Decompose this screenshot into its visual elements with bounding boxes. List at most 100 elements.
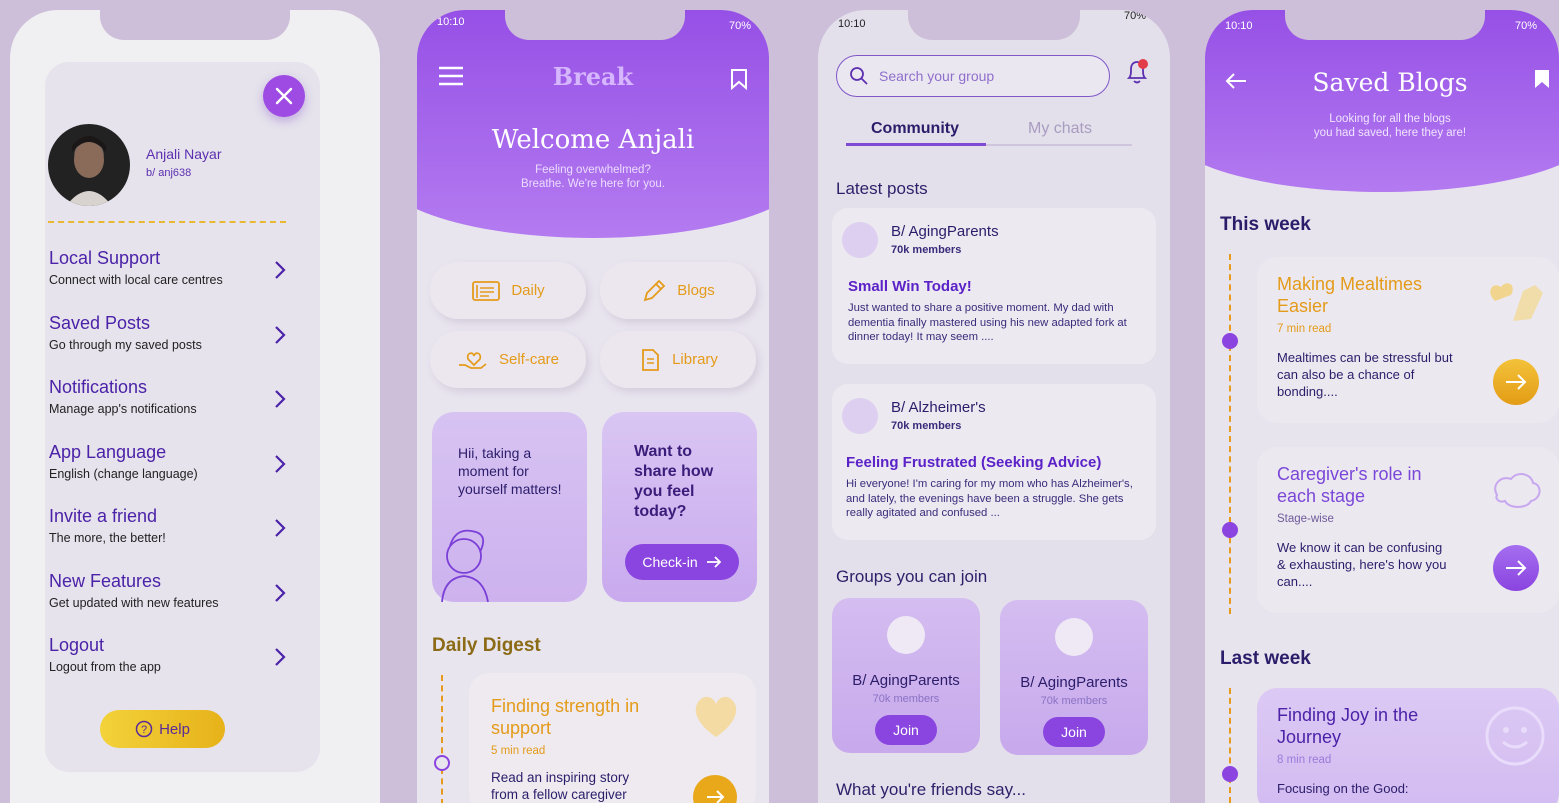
blog-card[interactable]: Making Mealtimes Easier 7 min read Mealt… [1257,257,1559,423]
tab-indicator [846,143,986,146]
search-icon [850,67,868,85]
digest-read-time: 5 min read [491,745,546,757]
smiley-illustration-icon [1485,706,1545,766]
chevron-right-icon [275,390,286,408]
menu-item-local-support[interactable]: Local Support Connect with local care ce… [49,248,299,298]
tab-track [986,144,1132,146]
blog-body: Focusing on the Good: [1277,781,1409,796]
post-title: Small Win Today! [848,278,972,295]
menu-item-title: Invite a friend [49,506,158,526]
menu-item-new-features[interactable]: New Features Get updated with new featur… [49,571,299,621]
post-title: Feeling Frustrated (Seeking Advice) [846,454,1102,471]
tile-label: Self-care [498,351,560,368]
group-members: 70k members [872,693,940,705]
group-card: B/ AgingParents 70k members Join [1000,600,1148,755]
tile-daily[interactable]: Daily [430,262,586,319]
group-avatar [1055,618,1093,656]
join-button[interactable]: Join [1043,717,1105,747]
person-illustration-icon [441,529,489,602]
group-members: 70k members [891,420,962,432]
timeline-dot [434,755,450,771]
arrow-right-icon [1506,374,1527,390]
tile-self-care[interactable]: Self-care [430,331,586,388]
menu-item-subtitle: Connect with local care centres [49,273,223,287]
group-name[interactable]: B/ Alzheimer's [891,399,986,416]
tile-label: Daily [511,282,545,299]
menu-item-title: App Language [49,442,167,462]
blog-read-time: Stage-wise [1277,513,1334,525]
checkin-label: Check-in [642,554,698,570]
menu-item-title: New Features [49,571,162,591]
user-photo-icon [66,136,112,206]
tile-blogs[interactable]: Blogs [600,262,756,319]
blog-open-button[interactable] [1493,545,1539,591]
blog-card[interactable]: Caregiver's role in each stage Stage-wis… [1257,447,1559,613]
tile-label: Blogs [677,282,715,299]
post-body: Hi everyone! I'm caring for my mom who h… [846,478,1133,519]
notification-bell-icon[interactable] [1124,58,1150,86]
phone-notch [505,10,685,40]
digest-open-button[interactable] [693,775,737,803]
search-input[interactable] [879,68,1089,84]
menu-item-logout[interactable]: Logout Logout from the app [49,635,299,685]
tile-library[interactable]: Library [600,331,756,388]
group-card: B/ AgingParents 70k members Join [832,598,980,753]
menu-item-saved-posts[interactable]: Saved Posts Go through my saved posts [49,313,299,363]
question-icon: ? [135,720,153,738]
menu-item-subtitle: Manage app's notifications [49,402,197,416]
menu-item-subtitle: The more, the better! [49,531,166,545]
menu-item-subtitle: Get updated with new features [49,596,219,610]
tab-community[interactable]: Community [845,120,985,138]
page-subtitle: Looking for all the blogs you had saved,… [1205,112,1559,140]
subtitle-line: Looking for all the blogs [1329,113,1451,125]
welcome-title: Welcome Anjali [491,125,695,155]
saved-blogs-screen: 10:10 70% Saved Blogs Looking for all th… [1205,10,1559,803]
subtitle-line: Feeling overwhelmed? [535,164,651,176]
selfcare-card[interactable]: Hii, taking a moment for yourself matter… [432,412,587,602]
phone-notch [1285,10,1485,40]
menu-item-subtitle: Logout from the app [49,660,161,674]
chevron-right-icon [275,519,286,537]
arrow-right-icon [1506,560,1527,576]
checkin-button[interactable]: Check-in [625,544,739,580]
timeline-line [441,675,443,803]
blog-card[interactable]: Finding Joy in the Journey 8 min read Fo… [1257,688,1559,803]
digest-card[interactable]: Finding strength in support 5 min read R… [469,673,756,803]
blog-read-time: 7 min read [1277,323,1332,335]
post-card[interactable]: B/ AgingParents 70k members Small Win To… [832,208,1156,364]
join-button[interactable]: Join [875,715,937,745]
bookmark-icon[interactable] [730,68,748,90]
groups-heading: Groups you can join [836,567,988,586]
close-menu-button[interactable] [263,75,305,117]
latest-posts-heading: Latest posts [836,179,928,198]
timeline-line [1229,688,1231,803]
digest-title: Finding strength in support [491,696,640,738]
status-time: 10:10 [1225,20,1253,32]
chevron-right-icon [275,648,286,666]
document-icon [642,348,659,371]
menu-item-invite-friend[interactable]: Invite a friend The more, the better! [49,506,299,556]
timeline-dot [1222,522,1238,538]
blog-title: Finding Joy in the Journey [1277,705,1419,747]
help-label: Help [159,720,190,738]
menu-item-notifications[interactable]: Notifications Manage app's notifications [49,377,299,427]
group-avatar [842,222,878,258]
timeline-dot [1222,333,1238,349]
pencil-icon [643,279,666,301]
tab-my-chats[interactable]: My chats [990,120,1130,138]
search-bar[interactable] [836,55,1110,97]
divider [48,221,286,223]
arrow-right-icon [707,790,725,803]
home-screen: 10:10 70% Break Welcome Anjali Feeling o… [417,10,769,803]
menu-item-subtitle: English (change language) [49,467,198,481]
help-button[interactable]: ? Help [100,710,225,748]
menu-item-app-language[interactable]: App Language English (change language) [49,442,299,492]
post-card[interactable]: B/ Alzheimer's 70k members Feeling Frust… [832,384,1156,540]
avatar[interactable] [48,124,130,206]
blog-open-button[interactable] [1493,359,1539,405]
post-body: Just wanted to share a positive moment. … [848,302,1127,343]
group-members: 70k members [891,244,962,256]
menu-item-title: Notifications [49,377,148,397]
group-name[interactable]: B/ AgingParents [891,223,999,240]
hearts-illustration-icon [695,696,737,737]
